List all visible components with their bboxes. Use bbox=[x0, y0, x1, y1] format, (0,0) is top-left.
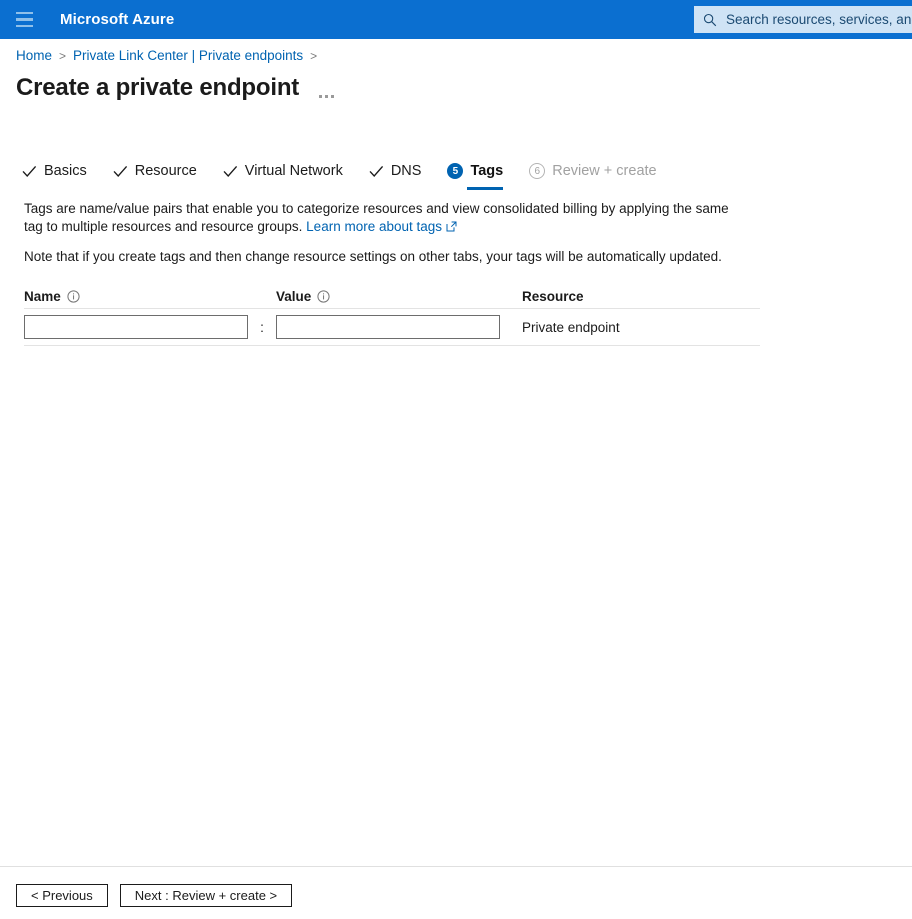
hamburger-bar bbox=[15, 24, 33, 28]
learn-more-about-tags-link[interactable]: Learn more about tags bbox=[306, 219, 442, 234]
ellipsis-dot bbox=[324, 95, 328, 98]
tab-label: DNS bbox=[390, 163, 422, 179]
tags-description: Tags are name/value pairs that enable yo… bbox=[24, 200, 748, 236]
breadcrumb-item-private-link-center[interactable]: Private Link Center | Private endpoints bbox=[73, 48, 303, 63]
check-icon bbox=[369, 165, 384, 178]
azure-top-navigation-bar: Microsoft Azure Search resources, servic… bbox=[0, 0, 912, 39]
search-icon bbox=[703, 13, 717, 27]
tab-review-create[interactable]: 6 Review + create bbox=[529, 158, 657, 184]
tab-dns[interactable]: DNS bbox=[369, 158, 422, 184]
column-header-label: Resource bbox=[522, 288, 584, 304]
page-title-row: Create a private endpoint bbox=[16, 74, 335, 102]
active-tab-underline bbox=[467, 187, 504, 190]
breadcrumb-separator-icon: > bbox=[310, 48, 318, 63]
info-icon[interactable] bbox=[317, 289, 330, 303]
footer-divider bbox=[0, 866, 912, 867]
column-header-resource: Resource bbox=[522, 289, 758, 304]
column-header-label: Name bbox=[24, 288, 61, 304]
azure-brand-label[interactable]: Microsoft Azure bbox=[60, 11, 174, 28]
tab-resource[interactable]: Resource bbox=[113, 158, 197, 184]
tab-label: Review + create bbox=[552, 163, 657, 179]
breadcrumb-item-home[interactable]: Home bbox=[16, 48, 52, 63]
tag-resource-cell: Private endpoint bbox=[522, 320, 758, 335]
tag-value-cell bbox=[276, 315, 522, 339]
wizard-footer-actions: < Previous Next : Review + create > bbox=[16, 884, 304, 907]
ellipsis-dot bbox=[318, 95, 322, 98]
breadcrumb: Home > Private Link Center | Private end… bbox=[16, 48, 324, 63]
info-icon[interactable] bbox=[67, 289, 80, 303]
hamburger-bar bbox=[15, 11, 33, 15]
tab-virtual-network[interactable]: Virtual Network bbox=[223, 158, 343, 184]
ellipsis-dot bbox=[330, 95, 334, 98]
tab-label: Basics bbox=[44, 163, 87, 179]
check-icon bbox=[113, 165, 128, 178]
tab-label: Virtual Network bbox=[244, 163, 343, 179]
table-row: : Private endpoint bbox=[24, 309, 760, 345]
tag-resource-label: Private endpoint bbox=[522, 319, 620, 335]
tab-basics[interactable]: Basics bbox=[22, 158, 87, 184]
tag-name-input[interactable] bbox=[24, 315, 248, 339]
tab-tags[interactable]: 5 Tags bbox=[447, 158, 504, 190]
ellipsis-icon[interactable] bbox=[317, 74, 335, 102]
external-link-icon bbox=[446, 219, 457, 237]
tab-step-badge: 6 bbox=[529, 163, 546, 179]
page-title: Create a private endpoint bbox=[16, 74, 300, 101]
hamburger-menu-icon[interactable] bbox=[0, 0, 48, 39]
tags-table: Name Value Resource: Private endpoint bbox=[24, 284, 760, 346]
previous-button[interactable]: < Previous bbox=[16, 884, 108, 907]
check-icon bbox=[223, 165, 238, 178]
check-icon bbox=[22, 165, 37, 178]
next-review-create-button[interactable]: Next : Review + create > bbox=[119, 884, 293, 907]
tag-name-cell: : bbox=[24, 315, 276, 339]
tab-step-badge: 5 bbox=[447, 163, 464, 179]
tags-update-note: Note that if you create tags and then ch… bbox=[24, 249, 722, 264]
wizard-tab-list: Basics Resource Virtual Network DNS 5 Ta… bbox=[22, 158, 683, 190]
global-search-box[interactable]: Search resources, services, and d bbox=[694, 6, 912, 33]
breadcrumb-separator-icon: > bbox=[59, 48, 67, 63]
global-search-placeholder: Search resources, services, and d bbox=[726, 12, 912, 27]
column-header-label: Value bbox=[276, 288, 312, 304]
tag-value-input[interactable] bbox=[276, 315, 500, 339]
hamburger-bar bbox=[15, 18, 33, 21]
column-header-value: Value bbox=[276, 289, 522, 304]
tab-label: Resource bbox=[134, 163, 197, 179]
column-header-name: Name bbox=[24, 289, 276, 304]
tags-table-header-row: Name Value Resource bbox=[24, 284, 760, 308]
tag-pair-separator: : bbox=[260, 319, 264, 335]
table-row-divider bbox=[24, 345, 760, 346]
tab-label: Tags bbox=[470, 163, 504, 179]
